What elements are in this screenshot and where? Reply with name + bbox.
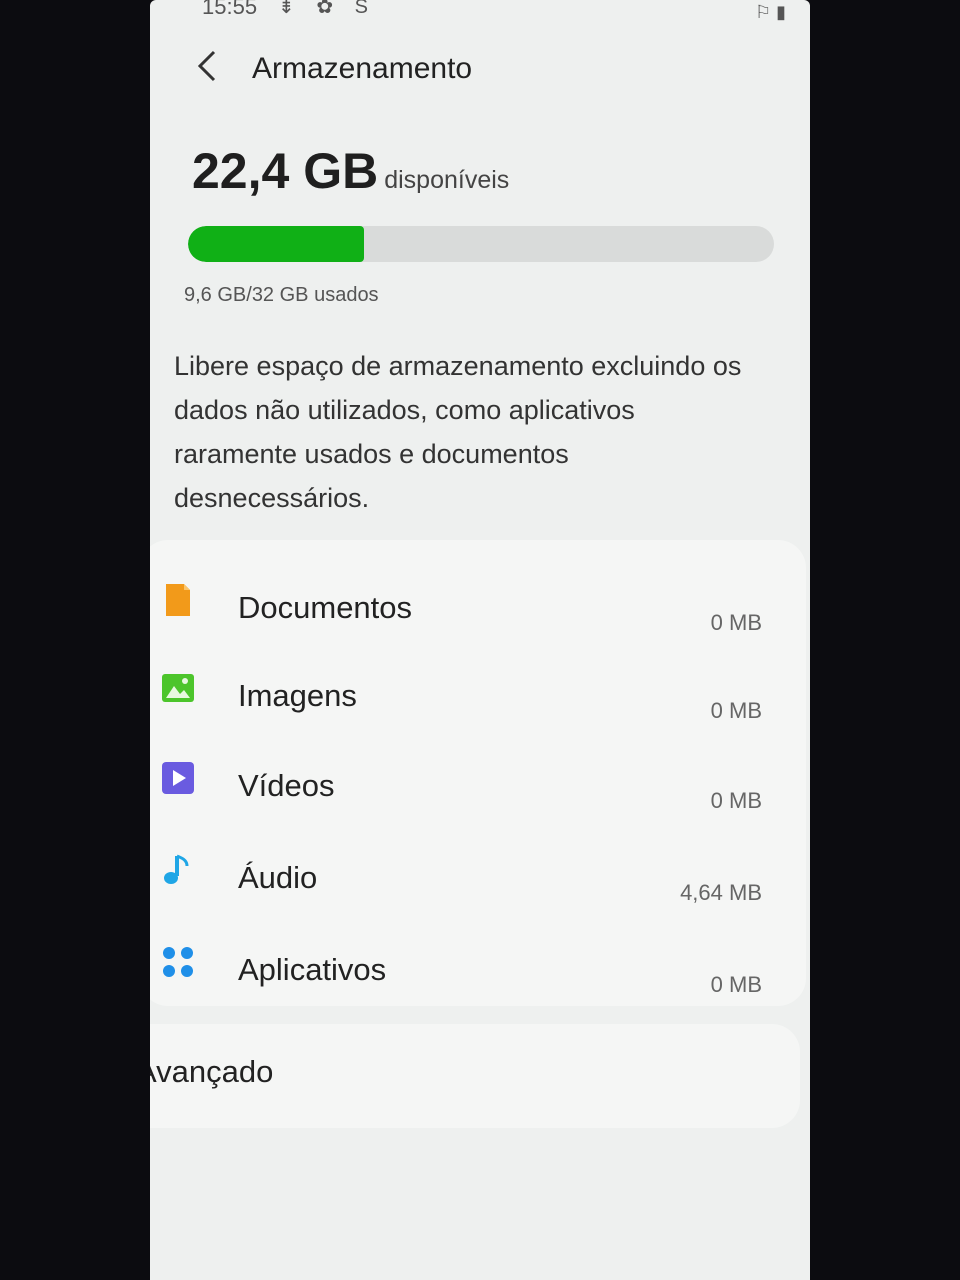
back-arrow-icon bbox=[197, 50, 216, 82]
category-list: Documentos 0 MB Imagens 0 MB Vídeos 0 MB bbox=[150, 540, 806, 1006]
category-label: Documentos bbox=[238, 590, 413, 625]
advanced-button[interactable]: Avançado bbox=[150, 1024, 800, 1128]
image-icon bbox=[162, 674, 194, 702]
advanced-label: Avançado bbox=[150, 1054, 274, 1089]
category-size: 0 MB bbox=[710, 698, 762, 723]
phone-screen: 15:55 ⇟ ✿ S ⚐ ▮ Armazenamento 22,4 GB dis… bbox=[150, 0, 810, 1280]
category-size: 0 MB bbox=[710, 788, 762, 813]
app-bar: Armazenamento bbox=[150, 40, 810, 100]
back-button[interactable] bbox=[194, 48, 234, 88]
category-size: 4,64 MB bbox=[680, 880, 762, 905]
video-icon bbox=[162, 762, 194, 794]
music-note-icon bbox=[164, 854, 189, 884]
storage-usage-fill bbox=[188, 226, 364, 262]
category-row-documentos[interactable]: Documentos 0 MB bbox=[150, 560, 806, 650]
document-icon bbox=[166, 584, 190, 616]
storage-usage-bar bbox=[188, 226, 774, 262]
status-bar: 15:55 ⇟ ✿ S ⚐ ▮ bbox=[150, 0, 810, 24]
category-label: Áudio bbox=[238, 860, 318, 895]
category-row-videos[interactable]: Vídeos 0 MB bbox=[150, 738, 806, 828]
notification-icons: ⇟ ✿ S bbox=[278, 0, 376, 18]
category-row-audio[interactable]: Áudio 4,64 MB bbox=[150, 830, 806, 920]
available-label: disponíveis bbox=[384, 166, 510, 194]
apps-icon bbox=[163, 947, 193, 977]
status-time: 15:55 bbox=[202, 0, 258, 19]
category-label: Aplicativos bbox=[238, 952, 387, 987]
category-size: 0 MB bbox=[710, 972, 762, 997]
available-value: 22,4 GB bbox=[192, 143, 379, 199]
category-row-aplicativos[interactable]: Aplicativos 0 MB bbox=[150, 922, 806, 1012]
used-storage-text: 9,6 GB/32 GB usados bbox=[184, 284, 379, 306]
available-storage: 22,4 GB disponíveis bbox=[192, 142, 509, 200]
storage-description: Libere espaço de armazenamento excluindo… bbox=[174, 351, 742, 513]
page-title: Armazenamento bbox=[252, 52, 473, 85]
category-row-imagens[interactable]: Imagens 0 MB bbox=[150, 648, 806, 738]
category-label: Imagens bbox=[238, 678, 357, 713]
system-icons: ⚐ ▮ bbox=[754, 2, 786, 22]
category-label: Vídeos bbox=[238, 768, 335, 803]
category-size: 0 MB bbox=[710, 610, 762, 635]
